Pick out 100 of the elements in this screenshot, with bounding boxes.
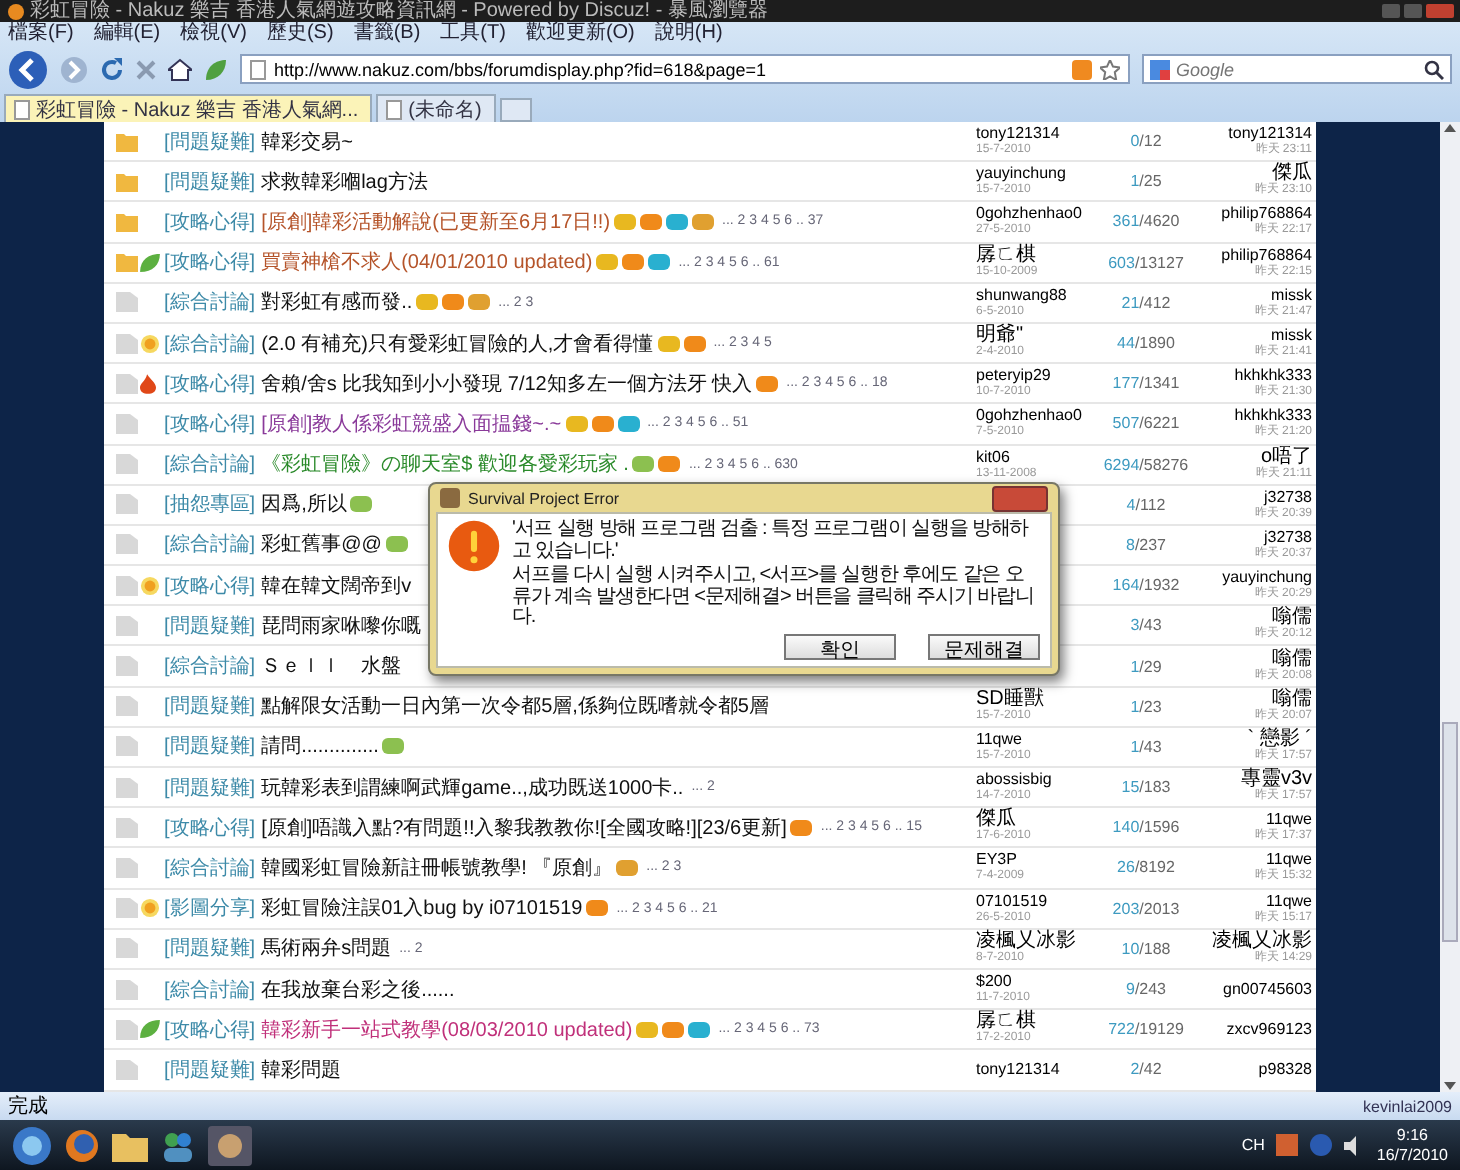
last-poster[interactable]: 11qwe: [1266, 850, 1312, 871]
author-name[interactable]: tony121314: [976, 1059, 1100, 1080]
globe-icon[interactable]: [64, 1127, 100, 1163]
home-icon[interactable]: [168, 57, 192, 81]
category-link[interactable]: [問題疑難]: [164, 732, 256, 761]
last-poster[interactable]: p98328: [1258, 1059, 1312, 1080]
thread-title-link[interactable]: 因爲,所以: [261, 490, 347, 519]
clock-date[interactable]: 16/7/2010: [1376, 1145, 1448, 1165]
last-poster[interactable]: j32738: [1263, 527, 1312, 548]
menu-item[interactable]: 書籤(B): [353, 22, 421, 46]
category-link[interactable]: [攻略心得]: [164, 248, 256, 277]
reload-icon[interactable]: [100, 57, 124, 81]
category-link[interactable]: [綜合討論]: [164, 450, 256, 479]
category-link[interactable]: [問題疑難]: [164, 127, 256, 156]
author-name[interactable]: abossisbig: [976, 770, 1100, 791]
category-link[interactable]: [攻略心得]: [164, 207, 256, 236]
last-poster[interactable]: gn00745603: [1223, 979, 1312, 1000]
last-poster[interactable]: 傑瓜: [1272, 164, 1312, 185]
author-name[interactable]: 0gohzhenhao0: [976, 204, 1100, 225]
close-button[interactable]: [992, 485, 1048, 511]
menu-item[interactable]: 檔案(F): [8, 22, 74, 46]
back-icon[interactable]: [8, 49, 48, 89]
thread-title-link[interactable]: [原創]唔識入點?有問題!!入黎我教教你![全國攻略!][23/6更新]: [261, 813, 787, 842]
category-link[interactable]: [攻略心得]: [164, 409, 256, 438]
category-link[interactable]: [問題疑難]: [164, 773, 256, 802]
author-name[interactable]: 傑瓜: [976, 810, 1100, 831]
thread-title-link[interactable]: 韓彩新手一站式教學(08/03/2010 updated): [261, 1015, 633, 1044]
leaf-icon[interactable]: [204, 57, 228, 81]
star-icon[interactable]: [1100, 59, 1120, 79]
thread-title-link[interactable]: 點解限女活動一日內第一次令都5層,係夠位既嗜就令都5層: [261, 692, 769, 721]
menu-item[interactable]: 編輯(E): [93, 22, 161, 46]
language-indicator[interactable]: CH: [1241, 1136, 1265, 1154]
last-poster[interactable]: 嗡儒: [1272, 608, 1312, 629]
category-link[interactable]: [綜合討論]: [164, 853, 256, 882]
category-link[interactable]: [攻略心得]: [164, 1015, 256, 1044]
author-name[interactable]: $200: [976, 972, 1100, 993]
author-name[interactable]: 07101519: [976, 891, 1100, 912]
last-poster[interactable]: hkhkhk333: [1234, 406, 1312, 427]
people-icon[interactable]: [160, 1127, 196, 1163]
category-link[interactable]: [綜合討論]: [164, 288, 256, 317]
category-link[interactable]: [問題疑難]: [164, 167, 256, 196]
thread-title-link[interactable]: 請問..............: [261, 732, 379, 761]
last-poster[interactable]: 11qwe: [1266, 891, 1312, 912]
category-link[interactable]: [攻略心得]: [164, 369, 256, 398]
category-link[interactable]: [影圖分享]: [164, 894, 256, 923]
thread-title-link[interactable]: Ｓｅｌｌ 水盤: [261, 652, 402, 681]
scrollbar-thumb[interactable]: [1442, 722, 1458, 942]
category-link[interactable]: [綜合討論]: [164, 329, 256, 358]
last-poster[interactable]: hkhkhk333: [1234, 366, 1312, 387]
thread-title-link[interactable]: 在我放棄台彩之後......: [261, 975, 455, 1004]
thread-title-link[interactable]: 韓彩問題: [261, 1055, 342, 1084]
menu-item[interactable]: 工具(T): [440, 22, 506, 46]
thread-title-link[interactable]: 舍賴/舍s 比我知到小小發現 7/12知多左一個方法牙 快入: [261, 369, 753, 398]
last-poster[interactable]: 嗡儒: [1272, 689, 1312, 710]
tray-icon[interactable]: [1276, 1134, 1299, 1156]
clock-time[interactable]: 9:16: [1396, 1125, 1428, 1145]
category-link[interactable]: [綜合討論]: [164, 530, 256, 559]
thread-title-link[interactable]: 馬術兩弁s問題: [261, 934, 392, 963]
browser-tab[interactable]: (未命名): [376, 94, 496, 122]
feed-icon[interactable]: [1072, 59, 1092, 79]
start-orb-icon[interactable]: [12, 1125, 52, 1165]
author-name[interactable]: SD睡獸: [976, 689, 1100, 710]
category-link[interactable]: [問題疑難]: [164, 611, 256, 640]
last-poster[interactable]: ` 戀影 ´: [1247, 729, 1312, 750]
last-poster[interactable]: philip768864: [1221, 204, 1312, 225]
search-box[interactable]: Google: [1142, 54, 1452, 84]
thread-title-link[interactable]: [原創]韓彩活動解說(已更新至6月17日!!): [261, 207, 611, 236]
last-poster[interactable]: tony121314: [1228, 124, 1312, 145]
author-name[interactable]: 孱ㄈ棋: [976, 1012, 1100, 1033]
dialog-button[interactable]: 확인: [784, 633, 896, 659]
last-poster[interactable]: o唔了: [1260, 447, 1312, 468]
thread-title-link[interactable]: 買賣神槍不求人(04/01/2010 updated): [261, 248, 593, 277]
author-name[interactable]: kit06: [976, 447, 1100, 468]
author-name[interactable]: 凌楓乂冰影: [976, 931, 1100, 952]
author-name[interactable]: peteryip29: [976, 366, 1100, 387]
author-name[interactable]: tony121314: [976, 124, 1100, 145]
thread-title-link[interactable]: 韓彩交易~: [261, 127, 353, 156]
thread-title-link[interactable]: 玩韓彩表到謂練啊武輝game..,成功既送1000卡..: [261, 773, 684, 802]
thread-title-link[interactable]: 彩虹舊事@@: [261, 530, 382, 559]
menu-item[interactable]: 歡迎更新(O): [525, 22, 635, 46]
dialog-button[interactable]: 문제해결: [928, 633, 1040, 659]
thread-title-link[interactable]: 求救韓彩嗰lag方法: [261, 167, 428, 196]
thread-title-link[interactable]: 對彩虹有感而發..: [261, 288, 413, 317]
author-name[interactable]: 0gohzhenhao0: [976, 406, 1100, 427]
thread-title-link[interactable]: 琵問雨家咻嚟你嘅: [261, 611, 422, 640]
menu-item[interactable]: 檢視(V): [180, 22, 247, 46]
last-poster[interactable]: j32738: [1263, 487, 1312, 508]
thread-title-link[interactable]: 韓在韓文闊帝到v: [261, 571, 412, 600]
category-link[interactable]: [攻略心得]: [164, 571, 256, 600]
search-icon[interactable]: [1424, 59, 1444, 79]
category-link[interactable]: [抽怨專區]: [164, 490, 256, 519]
author-name[interactable]: 明爺": [976, 326, 1100, 347]
author-name[interactable]: shunwang88: [976, 285, 1100, 306]
last-poster[interactable]: 專靈v3v: [1240, 770, 1312, 791]
author-name[interactable]: EY3P: [976, 850, 1100, 871]
thread-title-link[interactable]: (2.0 有補充)只有愛彩虹冒險的人,才會看得懂: [261, 329, 654, 358]
last-poster[interactable]: zxcv969123: [1226, 1019, 1312, 1040]
menu-item[interactable]: 歷史(S): [266, 22, 334, 46]
category-link[interactable]: [綜合討論]: [164, 652, 256, 681]
last-poster[interactable]: 凌楓乂冰影: [1212, 931, 1312, 952]
